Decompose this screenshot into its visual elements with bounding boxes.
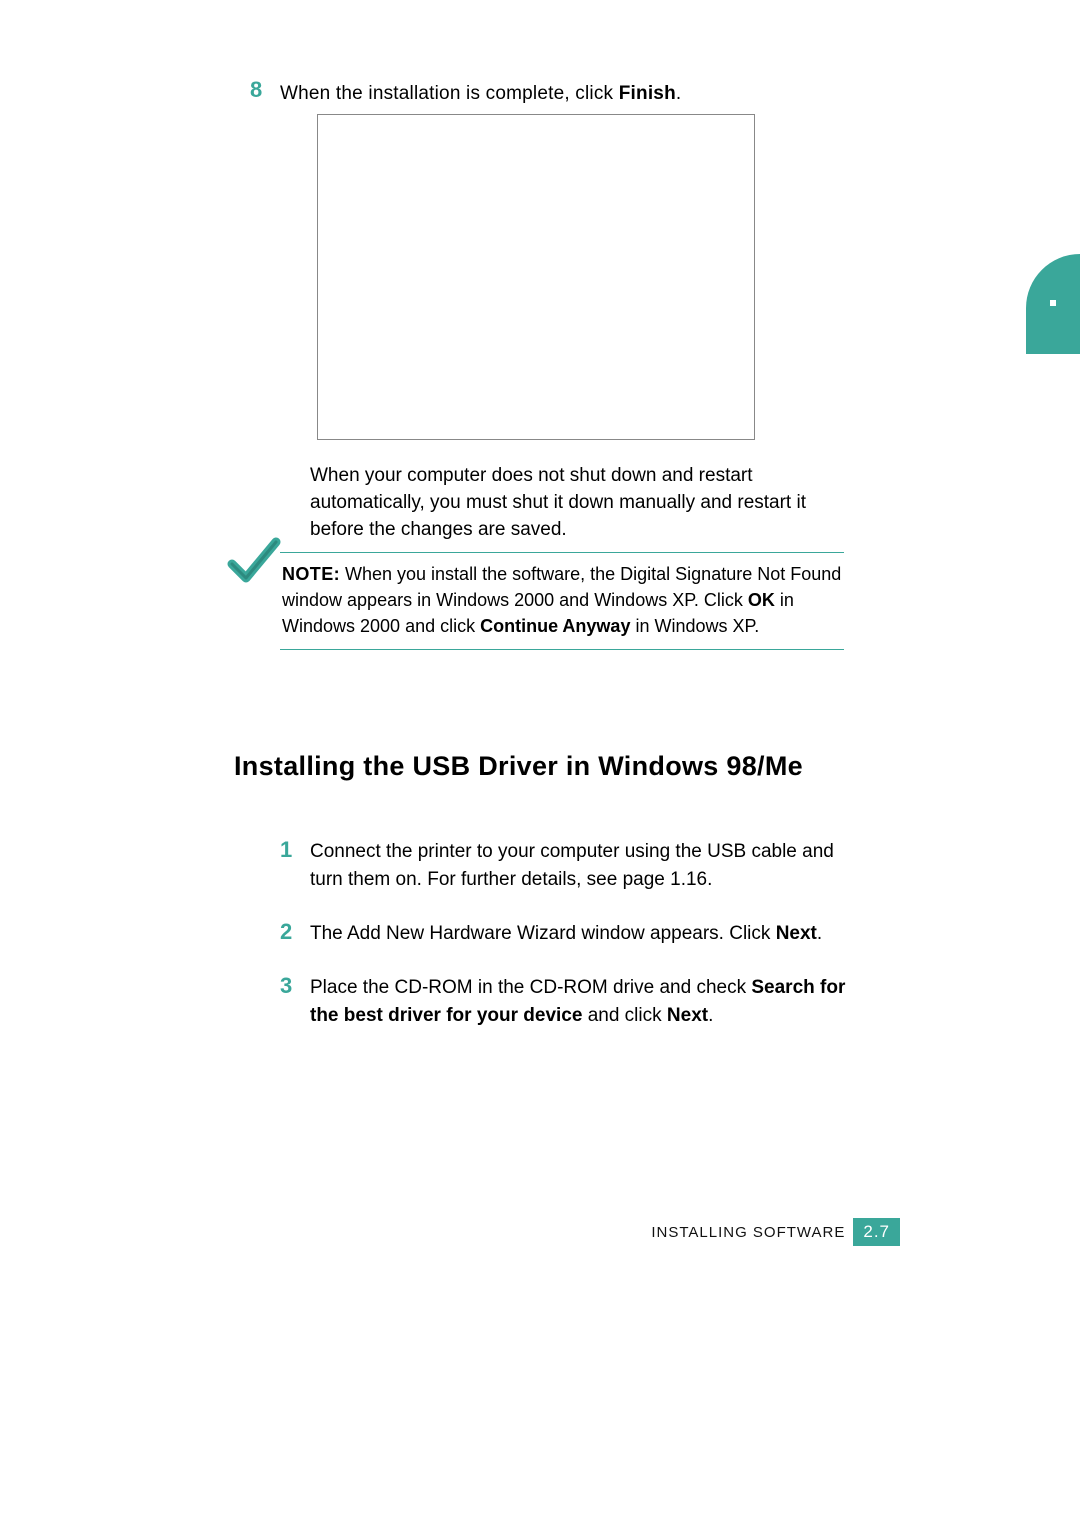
text-fragment: When the installation is complete, click	[280, 83, 619, 104]
steps-list: 1 Connect the printer to your computer u…	[310, 838, 860, 1056]
text-fragment: .	[676, 83, 681, 104]
step-1: 1 Connect the printer to your computer u…	[310, 838, 860, 894]
side-thumb-tab	[1026, 254, 1080, 354]
step-number: 8	[250, 77, 263, 103]
bold-next: Next	[667, 1005, 708, 1026]
step-number: 1	[280, 836, 292, 864]
page-footer: INSTALLING SOFTWARE 2.7	[651, 1218, 900, 1246]
text-fragment: .	[708, 1005, 713, 1026]
text-fragment: and click	[582, 1005, 666, 1026]
post-image-paragraph: When your computer does not shut down an…	[310, 462, 850, 543]
step-number: 2	[280, 918, 292, 946]
bold-continue-anyway: Continue Anyway	[480, 616, 630, 636]
bold-next: Next	[776, 923, 817, 944]
footer-page-number: 2.7	[853, 1218, 900, 1246]
text-fragment: Place the CD-ROM in the CD-ROM drive and…	[310, 977, 751, 998]
document-page: 8 When the installation is complete, cli…	[0, 0, 1080, 1526]
text-fragment: in Windows XP.	[630, 616, 759, 636]
bold-ok: OK	[748, 590, 775, 610]
text-fragment: .	[817, 923, 822, 944]
screenshot-placeholder	[317, 114, 755, 440]
note-text: NOTE: When you install the software, the…	[282, 561, 842, 639]
step-3-text: Place the CD-ROM in the CD-ROM drive and…	[310, 977, 845, 1026]
step-number: 3	[280, 972, 292, 1000]
note-label: NOTE:	[282, 564, 340, 584]
section-heading: Installing the USB Driver in Windows 98/…	[234, 748, 848, 784]
text-fragment: The Add New Hardware Wizard window appea…	[310, 923, 776, 944]
bold-finish: Finish	[619, 83, 676, 104]
step-2-text: The Add New Hardware Wizard window appea…	[310, 923, 822, 944]
step-1-text: Connect the printer to your computer usi…	[310, 841, 834, 890]
step-2: 2 The Add New Hardware Wizard window app…	[310, 920, 860, 948]
checkmark-icon	[226, 534, 282, 590]
note-callout: NOTE: When you install the software, the…	[280, 552, 844, 650]
footer-section-name: INSTALLING SOFTWARE	[651, 1224, 853, 1241]
step-3: 3 Place the CD-ROM in the CD-ROM drive a…	[310, 974, 860, 1030]
step-8-text: When the installation is complete, click…	[280, 83, 681, 104]
step-8-row: 8 When the installation is complete, cli…	[280, 80, 905, 108]
